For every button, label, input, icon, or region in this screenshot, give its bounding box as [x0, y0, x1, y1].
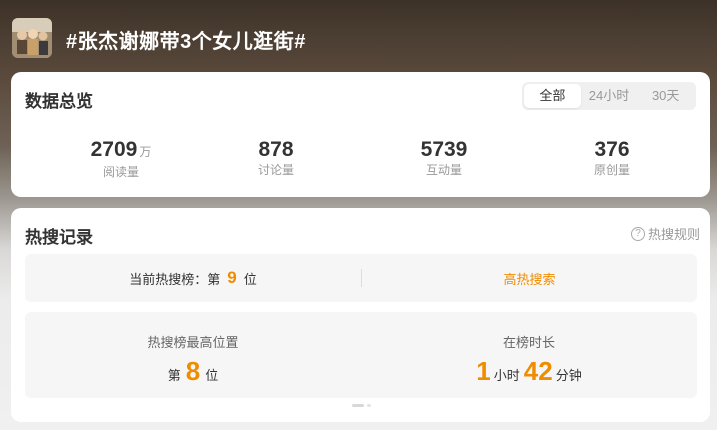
tab-24h[interactable]: 24小时: [581, 84, 638, 108]
question-circle-icon: ?: [630, 226, 645, 241]
page-dot[interactable]: [367, 404, 371, 407]
duration-hours-value: 1: [476, 356, 491, 386]
topic-header: #张杰谢娜带3个女儿逛街#: [0, 0, 717, 72]
stat-reads-value: 2709: [90, 138, 138, 161]
duration-minutes-unit: 分钟: [555, 368, 582, 383]
time-on-list-label: 在榜时长: [502, 335, 555, 350]
topic-title: #张杰谢娜带3个女儿逛街#: [66, 31, 306, 53]
hot-search-record-card: 热搜记录 ? 热搜规则 当前热搜榜：第 9 位 高热搜索 热搜榜最高位置 第 8…: [11, 208, 710, 422]
current-rank-value: 9: [227, 268, 237, 287]
tab-30d[interactable]: 30天: [637, 84, 694, 108]
current-rank-prefix: 当前热搜榜：第: [129, 271, 221, 287]
page-dot-active[interactable]: [352, 404, 364, 407]
data-overview-card: 数据总览 全部 24小时 30天 2709 万 阅读量 878 讨论量 5739 …: [11, 72, 710, 197]
stat-interactions: 5739 互动量: [384, 137, 504, 177]
overview-title: 数据总览: [25, 92, 93, 111]
stats-row: 2709 万 阅读量 878 讨论量 5739 互动量 376 原创量: [11, 137, 710, 182]
best-position-value: 8: [185, 356, 201, 386]
current-rank: 当前热搜榜：第 9 位: [25, 254, 361, 302]
stat-originals-value: 376: [594, 138, 630, 161]
pagination-dots: [352, 404, 371, 407]
high-heat-search-link[interactable]: 高热搜索: [362, 254, 697, 302]
best-position-suffix: 位: [205, 368, 219, 383]
hot-record-title: 热搜记录: [25, 228, 93, 247]
stat-originals-label: 原创量: [593, 163, 630, 177]
stat-reads-label: 阅读量: [102, 165, 139, 179]
stat-discussions: 878 讨论量: [216, 137, 336, 177]
tab-all[interactable]: 全部: [524, 84, 581, 108]
stat-reads-unit: 万: [139, 145, 152, 159]
hot-search-stats-row: 热搜榜最高位置 第 8 位 在榜时长 1 小时 42 分钟: [25, 312, 697, 398]
current-rank-row: 当前热搜榜：第 9 位 高热搜索: [25, 254, 697, 302]
stat-discussions-label: 讨论量: [257, 163, 294, 177]
best-position: 热搜榜最高位置 第 8 位: [25, 312, 361, 398]
stat-interactions-value: 5739: [420, 138, 468, 161]
hot-search-rules-label: 热搜规则: [647, 227, 700, 242]
duration-hours-unit: 小时: [493, 368, 520, 383]
best-position-prefix: 第: [167, 368, 181, 383]
stat-reads: 2709 万 阅读量: [61, 137, 181, 179]
current-rank-suffix: 位: [243, 271, 257, 287]
stat-discussions-value: 878: [258, 138, 294, 161]
stat-originals: 376 原创量: [552, 137, 672, 177]
duration-minutes-value: 42: [523, 356, 553, 386]
topic-thumbnail-image: [12, 18, 52, 58]
best-position-label: 热搜榜最高位置: [147, 335, 239, 350]
stat-interactions-label: 互动量: [425, 163, 462, 177]
hot-search-rules-link[interactable]: ? 热搜规则: [630, 224, 700, 243]
time-on-list: 在榜时长 1 小时 42 分钟: [361, 312, 697, 398]
time-range-tabs: 全部 24小时 30天: [522, 82, 696, 110]
